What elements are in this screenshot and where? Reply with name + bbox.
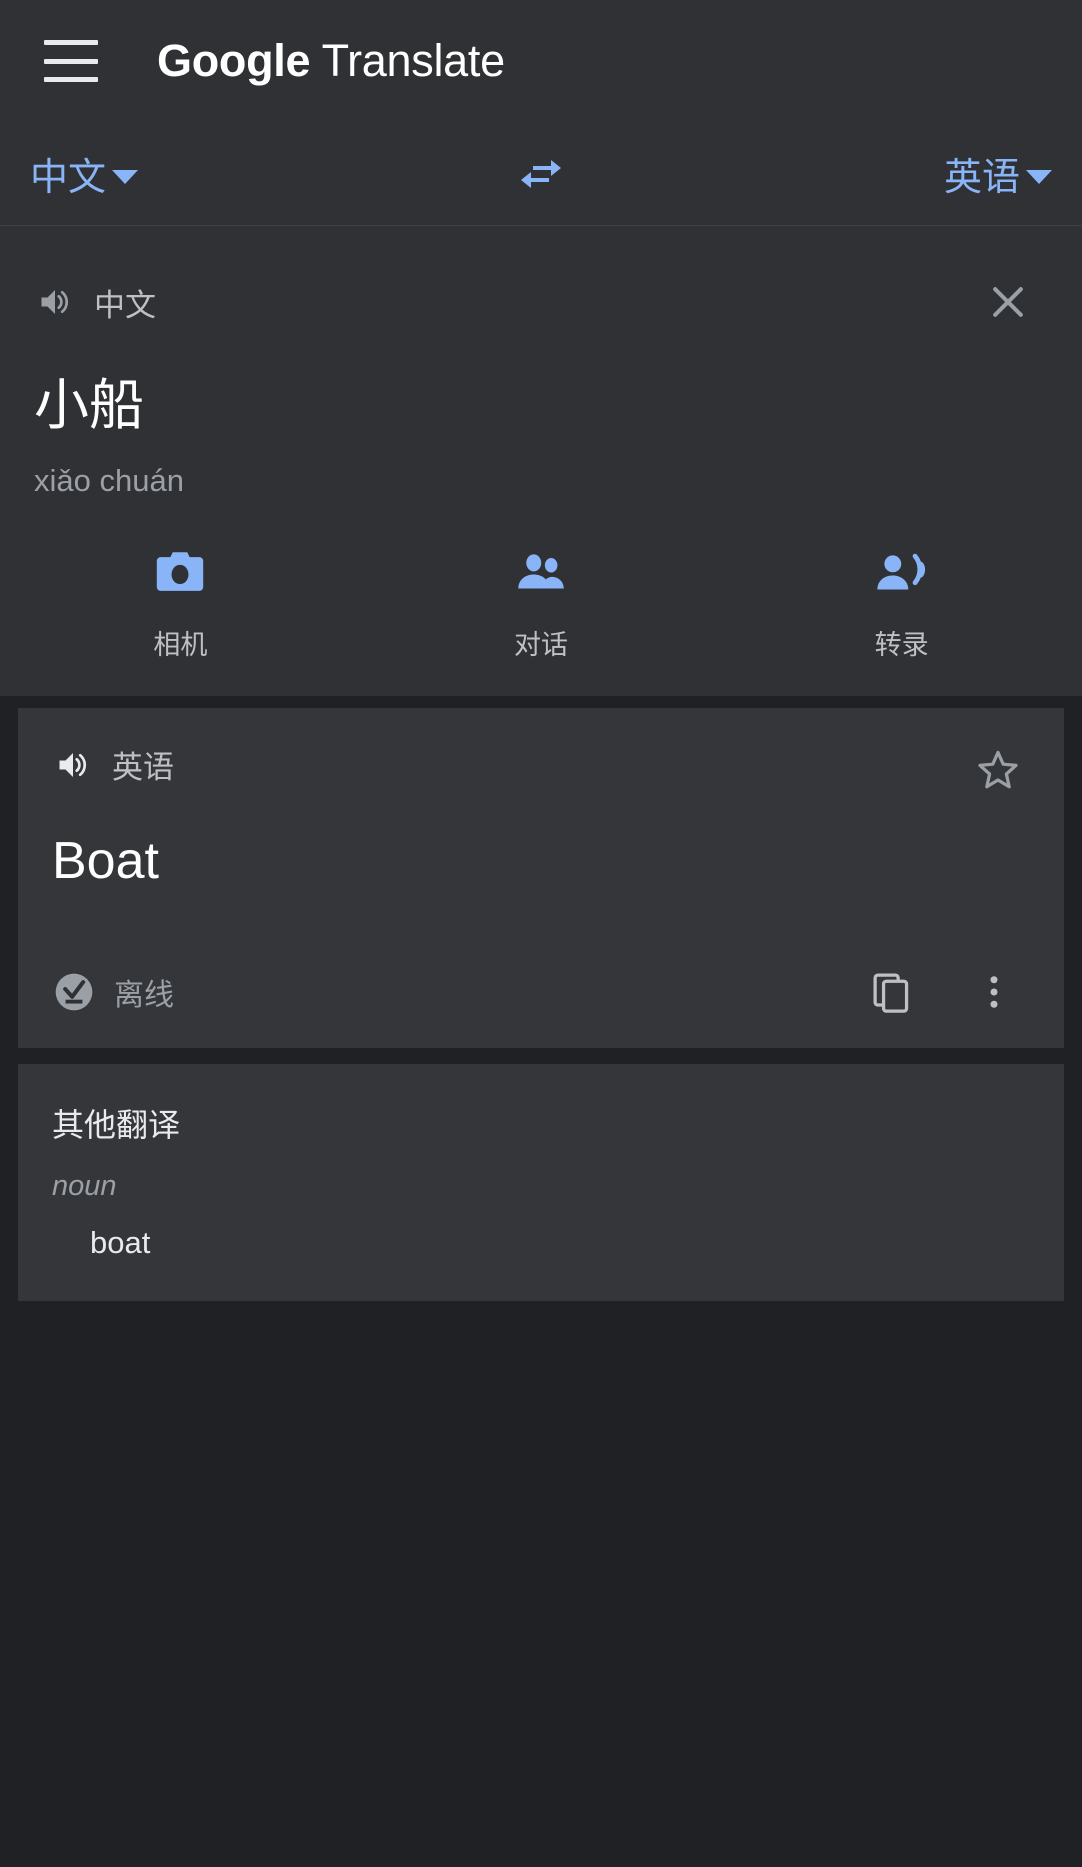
source-text-panel: 中文 小船 xiǎo chuán	[0, 226, 1082, 500]
conversation-input-button[interactable]: 对话	[361, 545, 722, 662]
source-romanization: xiǎo chuán	[34, 463, 184, 499]
offline-download-done-icon	[55, 973, 93, 1011]
language-selector-bar: 中文 英语	[0, 122, 1082, 226]
other-translations-card: 其他翻译 noun boat	[18, 1064, 1064, 1302]
source-header-row: 中文	[34, 274, 1048, 330]
record-voice-over-icon	[877, 553, 925, 590]
clear-source-text-button[interactable]	[980, 274, 1036, 330]
source-language-button[interactable]: 中文	[30, 146, 139, 201]
result-footer-row: 离线	[52, 962, 1030, 1022]
camera-input-button[interactable]: 相机	[0, 545, 361, 662]
transcribe-input-button[interactable]: 转录	[721, 545, 1082, 662]
target-language-button[interactable]: 英语	[944, 146, 1052, 201]
result-listen-button[interactable]: 英语	[52, 742, 174, 787]
target-language-label: 英语	[943, 157, 1020, 199]
app-title-product: Translate	[310, 35, 506, 86]
close-icon	[993, 287, 1023, 317]
conversation-input-label: 对话	[514, 630, 568, 661]
camera-icon	[157, 552, 204, 592]
caret-down-icon	[1026, 169, 1052, 184]
camera-input-label: 相机	[153, 630, 208, 661]
other-translation-word[interactable]: boat	[90, 1225, 1030, 1261]
part-of-speech-label: noun	[52, 1170, 117, 1203]
result-header-row: 英语	[52, 742, 1030, 798]
star-outline-icon	[978, 751, 1018, 789]
copy-icon	[873, 973, 909, 1013]
app-header: Google Translate	[0, 0, 1082, 122]
app-title-brand: Google	[157, 35, 311, 86]
source-text[interactable]: 小船	[34, 374, 1048, 437]
offline-status-badge[interactable]: 离线	[52, 970, 174, 1014]
swap-horizontal-icon	[521, 159, 561, 188]
page-background-filler	[0, 1301, 1082, 1867]
swap-languages-button[interactable]	[506, 139, 576, 209]
more-options-button[interactable]	[964, 962, 1024, 1022]
page-title: Google Translate	[157, 35, 505, 87]
translation-result-card: 英语 Boat 离线	[18, 708, 1064, 1049]
source-listen-button[interactable]: 中文	[34, 280, 156, 325]
source-language-label: 中文	[30, 157, 107, 199]
input-methods-row: 相机 对话 转录	[0, 499, 1082, 697]
translate-app-screen: Google Translate 中文 英语 中文 小船 xiǎo chuán …	[0, 0, 1082, 1867]
result-language-badge: 英语	[112, 750, 174, 786]
offline-status-label: 离线	[114, 979, 174, 1013]
source-language-badge: 中文	[94, 287, 156, 323]
volume-up-icon	[59, 752, 87, 777]
other-translations-title: 其他翻译	[52, 1107, 181, 1144]
copy-translation-button[interactable]	[862, 962, 922, 1022]
caret-down-icon	[112, 169, 139, 184]
save-translation-button[interactable]	[970, 742, 1026, 798]
people-icon	[518, 554, 564, 589]
volume-up-icon	[41, 290, 69, 314]
transcribe-input-label: 转录	[874, 630, 929, 661]
translated-text[interactable]: Boat	[52, 832, 1030, 892]
hamburger-menu-icon[interactable]	[44, 40, 98, 82]
more-vertical-icon	[990, 976, 998, 1008]
